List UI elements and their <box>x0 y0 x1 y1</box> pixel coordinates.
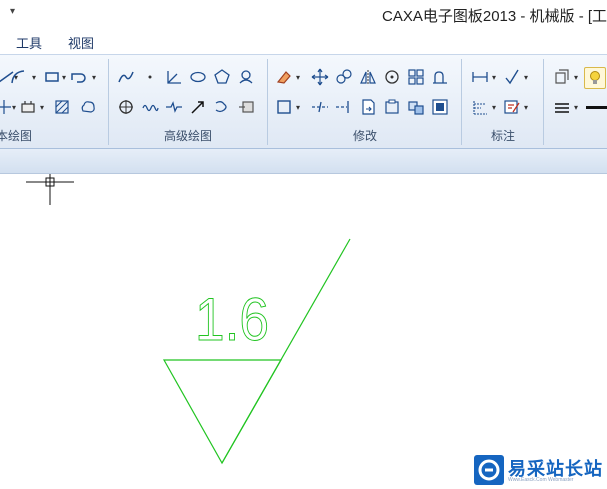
dropdown-arrow-icon[interactable]: ▾ <box>40 103 44 112</box>
dropdown-arrow-icon[interactable]: ▾ <box>524 103 528 112</box>
eraser-icon[interactable] <box>274 67 294 87</box>
group-advanced-draw: 高级绘图 <box>110 55 266 148</box>
lineweight-selector[interactable] <box>586 106 607 109</box>
dropdown-arrow-icon[interactable]: ▾ <box>62 73 66 82</box>
roughness-icon[interactable] <box>502 67 522 87</box>
ribbon: ▾ ▾ ▾ ▾ ▾ ▾ 本绘图 高级绘图 ▾ ▾ 修改 ▾ ▾ ▾ ▾ 标注 ▾… <box>0 54 607 149</box>
move-icon[interactable] <box>310 67 330 87</box>
select-box-icon[interactable] <box>274 97 294 117</box>
drawing-svg: 1.6 <box>26 168 351 465</box>
ribbon-separator <box>108 59 109 145</box>
ribbon-separator <box>461 59 462 145</box>
text-edit-icon[interactable] <box>502 97 522 117</box>
angle-line-icon[interactable] <box>164 67 184 87</box>
arrow-icon[interactable] <box>188 97 208 117</box>
fillet-icon[interactable] <box>430 67 450 87</box>
watermark-logo-icon <box>474 455 504 485</box>
ellipse-icon[interactable] <box>188 67 208 87</box>
ribbon-separator <box>543 59 544 145</box>
group-modify: ▾ ▾ 修改 <box>270 55 460 148</box>
group-label-dimension: 标注 <box>490 129 515 143</box>
polygon-icon[interactable] <box>212 67 232 87</box>
menu-bar: 工具 视图 <box>0 30 607 54</box>
dropdown-arrow-icon[interactable]: ▾ <box>492 73 496 82</box>
crosshair-cursor <box>26 168 74 205</box>
copy-icon[interactable] <box>334 67 354 87</box>
circle-centerline-icon[interactable] <box>116 97 136 117</box>
group-label-basic: 本绘图 <box>0 129 33 143</box>
group-label-modify: 修改 <box>352 129 377 143</box>
layer-icon[interactable] <box>552 67 572 87</box>
dropdown-arrow-icon[interactable]: ▾ <box>12 103 16 112</box>
spline-icon[interactable] <box>116 67 136 87</box>
drawing-canvas[interactable]: 1.6 <box>0 168 607 486</box>
gear-curve-icon[interactable] <box>212 97 232 117</box>
base-dimension-icon[interactable] <box>470 97 490 117</box>
trim-icon[interactable] <box>310 97 330 117</box>
dropdown-arrow-icon[interactable]: ▾ <box>32 73 36 82</box>
group-properties: ▾ ▾ <box>546 55 607 148</box>
scale-icon[interactable] <box>382 97 402 117</box>
roughness-value: 1.6 <box>195 286 269 353</box>
point-icon[interactable] <box>140 67 160 87</box>
insert-doc-icon[interactable] <box>358 97 378 117</box>
block-insert-icon[interactable] <box>236 97 256 117</box>
explode-icon[interactable] <box>406 97 426 117</box>
dropdown-arrow-icon[interactable]: ▾ <box>296 103 300 112</box>
lightbulb-icon[interactable] <box>584 67 606 89</box>
window-title: CAXA电子图板2013 - 机械版 - [工 <box>382 8 607 25</box>
rotate-icon[interactable] <box>382 67 402 87</box>
centerhole-icon[interactable] <box>236 67 256 87</box>
group-basic-draw: ▾ ▾ ▾ ▾ ▾ ▾ 本绘图 <box>0 55 108 148</box>
group-dimension: ▾ ▾ ▾ ▾ 标注 <box>464 55 542 148</box>
linetype-icon[interactable] <box>552 97 572 117</box>
watermark-subtext: Www.Easck.Com Webmaster <box>508 477 574 483</box>
dimension-icon[interactable] <box>470 67 490 87</box>
break-line-icon[interactable] <box>164 97 184 117</box>
rectangle-icon[interactable] <box>42 67 62 87</box>
wave-line-icon[interactable] <box>140 97 160 117</box>
cloud-icon[interactable] <box>78 97 98 117</box>
dropdown-arrow-icon[interactable]: ▾ <box>296 73 300 82</box>
array-icon[interactable] <box>406 67 426 87</box>
mirror-icon[interactable] <box>358 67 378 87</box>
menu-tools[interactable]: 工具 <box>16 33 42 52</box>
dropdown-arrow-icon[interactable]: ▾ <box>574 73 578 82</box>
ribbon-collapse-band <box>0 149 607 174</box>
watermark: 易采站长站 Www.Easck.Com Webmaster <box>472 453 607 486</box>
ribbon-separator <box>267 59 268 145</box>
group-label-advanced: 高级绘图 <box>163 129 212 143</box>
quick-access-dropdown[interactable]: ▾ <box>10 6 15 17</box>
dropdown-arrow-icon[interactable]: ▾ <box>524 73 528 82</box>
polyline-icon[interactable] <box>68 67 88 87</box>
dropdown-arrow-icon[interactable]: ▾ <box>574 103 578 112</box>
table-icon[interactable] <box>18 97 38 117</box>
extend-icon[interactable] <box>334 97 354 117</box>
dropdown-arrow-icon[interactable]: ▾ <box>92 73 96 82</box>
menu-view[interactable]: 视图 <box>68 33 94 52</box>
arc-icon[interactable] <box>8 67 28 87</box>
dropdown-arrow-icon[interactable]: ▾ <box>492 103 496 112</box>
hatch-box-icon[interactable] <box>52 97 72 117</box>
properties-icon[interactable] <box>430 97 450 117</box>
title-bar: ▾ CAXA电子图板2013 - 机械版 - [工 <box>0 0 607 30</box>
